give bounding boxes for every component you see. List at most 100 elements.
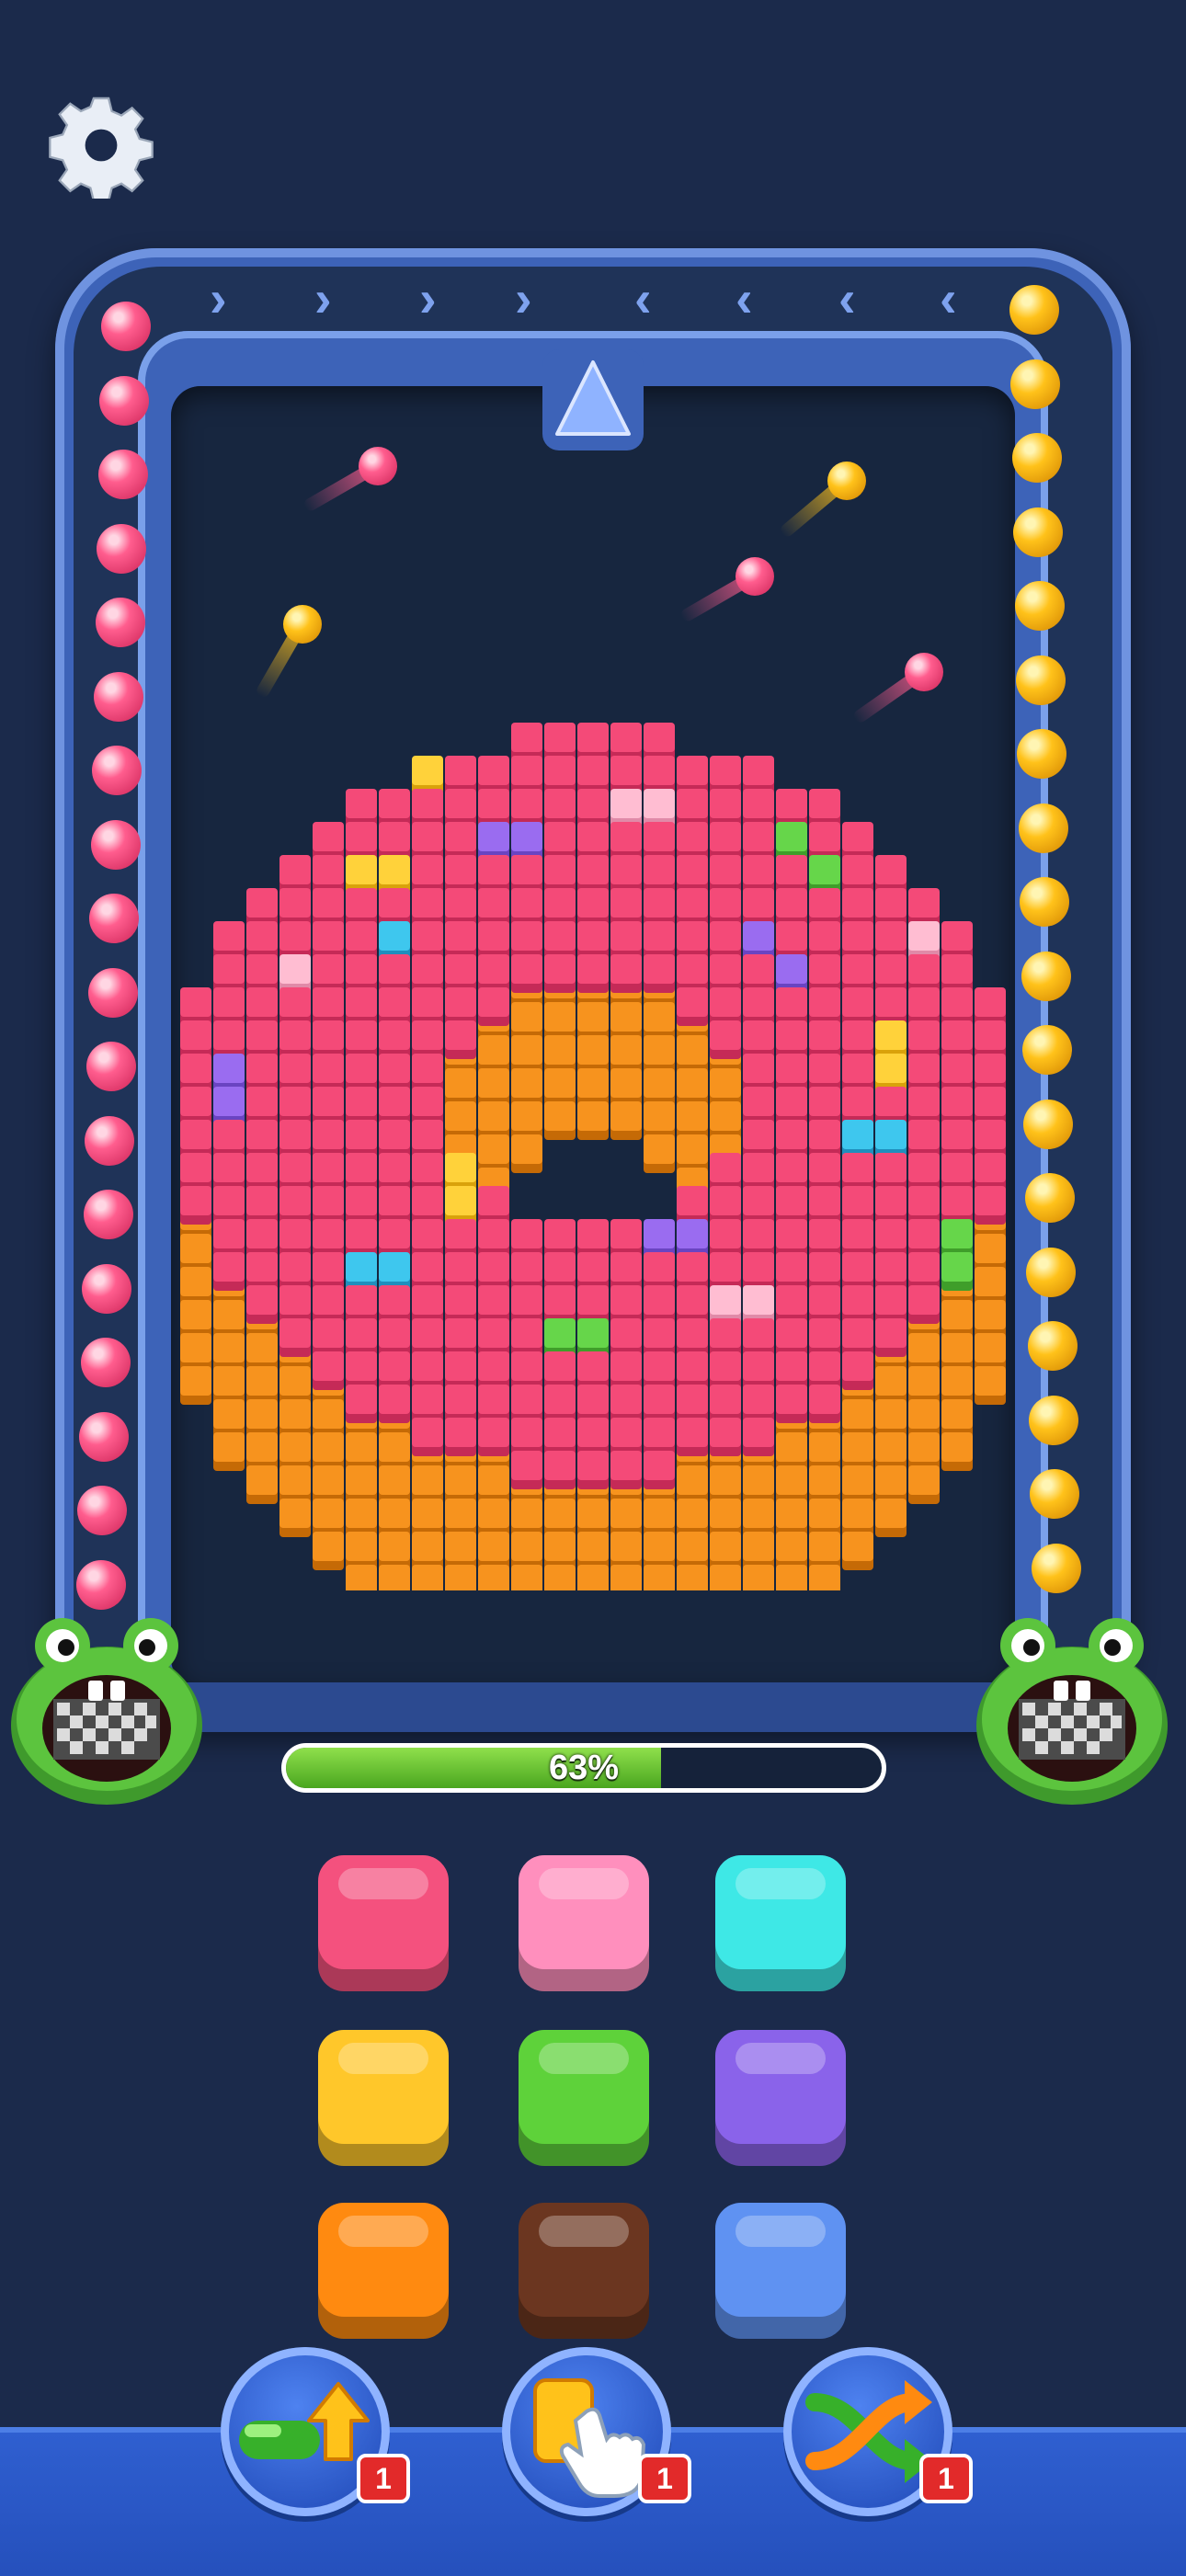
donut-dough-cube <box>478 1035 509 1074</box>
donut-icing-cube <box>246 1153 278 1191</box>
donut-dough-cube <box>379 1465 410 1504</box>
donut-icing-cube <box>180 1087 211 1125</box>
donut-icing-cube <box>644 1318 675 1357</box>
color-tile-yellow[interactable] <box>318 2030 449 2166</box>
donut-icing-cube <box>710 987 741 1026</box>
pink-ball <box>86 1042 136 1091</box>
pink-ball <box>85 1115 135 1166</box>
donut-dough-cube <box>743 1465 774 1504</box>
donut-sprinkle-cube <box>610 789 642 827</box>
donut-icing-cube <box>710 1418 741 1456</box>
donut-dough-cube <box>180 1333 211 1372</box>
donut-icing-cube <box>975 987 1006 1026</box>
donut-icing-cube <box>412 1153 443 1191</box>
donut-dough-cube <box>677 1101 708 1140</box>
donut-icing-cube <box>710 1186 741 1225</box>
pick-powerup-button[interactable]: 1 <box>502 2347 691 2516</box>
donut-icing-cube <box>577 1451 609 1489</box>
donut-dough-cube <box>644 1068 675 1107</box>
donut-icing-cube <box>842 1087 873 1125</box>
donut-sprinkle-cube <box>346 855 377 894</box>
donut-icing-cube <box>776 1153 807 1191</box>
donut-icing-cube <box>412 1020 443 1059</box>
donut-icing-cube <box>246 1186 278 1225</box>
donut-dough-cube <box>412 1465 443 1504</box>
color-tile-blue[interactable] <box>715 2203 846 2339</box>
donut-icing-cube <box>875 1186 907 1225</box>
donut-icing-cube <box>908 1020 940 1059</box>
donut-icing-cube <box>776 1120 807 1158</box>
donut-icing-cube <box>279 1054 311 1092</box>
donut-icing-cube <box>875 1219 907 1258</box>
color-tile-purple[interactable] <box>715 2030 846 2166</box>
donut-dough-cube <box>379 1532 410 1570</box>
donut-dough-cube <box>544 1532 576 1570</box>
donut-dough-cube <box>743 1499 774 1537</box>
donut-dough-cube <box>213 1432 245 1471</box>
donut-icing-cube <box>908 1120 940 1158</box>
donut-dough-cube <box>975 1333 1006 1372</box>
donut-dough-cube <box>246 1432 278 1471</box>
board-bottom-lip <box>138 1682 1048 1732</box>
donut-dough-cube <box>544 1101 576 1140</box>
donut-icing-cube <box>941 1054 973 1092</box>
donut-dough-cube <box>279 1499 311 1537</box>
donut-dough-cube <box>875 1465 907 1504</box>
tile-face <box>318 2030 449 2144</box>
flying-gold-ball <box>283 605 322 644</box>
donut-dough-cube <box>279 1465 311 1504</box>
settings-button[interactable] <box>48 92 154 202</box>
donut-dough-cube <box>379 1432 410 1471</box>
donut-icing-cube <box>478 1285 509 1324</box>
donut-icing-cube <box>710 1020 741 1059</box>
donut-dough-cube <box>544 1565 576 1590</box>
donut-sprinkle-cube <box>875 1020 907 1059</box>
donut-icing-cube <box>511 921 542 960</box>
donut-icing-cube <box>346 1020 377 1059</box>
color-tile-brown[interactable] <box>519 2203 649 2339</box>
donut-icing-cube <box>445 1020 476 1059</box>
pink-ball <box>97 523 147 574</box>
donut-icing-cube <box>875 1285 907 1324</box>
donut-dough-cube <box>279 1399 311 1438</box>
gold-ball <box>1021 951 1071 1001</box>
donut-icing-cube <box>478 921 509 960</box>
color-tile-pink[interactable] <box>318 1855 449 1991</box>
color-tile-green[interactable] <box>519 2030 649 2166</box>
donut-dough-cube <box>710 1068 741 1107</box>
donut-dough-cube <box>180 1267 211 1305</box>
boost-powerup-button[interactable]: 1 <box>221 2347 410 2516</box>
tile-shine <box>736 2216 826 2247</box>
pink-ball <box>87 967 138 1018</box>
donut-dough-cube <box>610 1565 642 1590</box>
donut-icing-cube <box>677 1252 708 1291</box>
donut-dough-cube <box>908 1432 940 1471</box>
donut-dough-cube <box>478 1465 509 1504</box>
donut-icing-cube <box>478 1385 509 1423</box>
donut-dough-cube <box>412 1565 443 1590</box>
donut-icing-cube <box>710 756 741 794</box>
donut-dough-cube <box>610 1532 642 1570</box>
color-tile-light-pink[interactable] <box>519 1855 649 1991</box>
donut-dough-cube <box>776 1432 807 1471</box>
donut-icing-cube <box>180 1054 211 1092</box>
donut-icing-cube <box>908 1087 940 1125</box>
donut-dough-cube <box>941 1432 973 1471</box>
gold-ball <box>1014 581 1065 631</box>
donut-icing-cube <box>776 1351 807 1390</box>
color-tile-orange[interactable] <box>318 2203 449 2339</box>
donut-icing-cube <box>313 888 344 927</box>
donut-dough-cube <box>875 1366 907 1405</box>
donut-dough-cube <box>710 1565 741 1590</box>
donut-sprinkle-cube <box>213 1054 245 1092</box>
shuffle-powerup-button[interactable]: 1 <box>783 2347 973 2516</box>
donut-sprinkle-cube <box>544 1318 576 1357</box>
donut-icing-cube <box>776 1020 807 1059</box>
donut-icing-cube <box>346 1054 377 1092</box>
donut-icing-cube <box>544 921 576 960</box>
donut-icing-cube <box>677 888 708 927</box>
donut-dough-cube <box>346 1532 377 1570</box>
donut-icing-cube <box>842 1186 873 1225</box>
color-tile-cyan[interactable] <box>715 1855 846 1991</box>
donut-dough-cube <box>346 1499 377 1537</box>
